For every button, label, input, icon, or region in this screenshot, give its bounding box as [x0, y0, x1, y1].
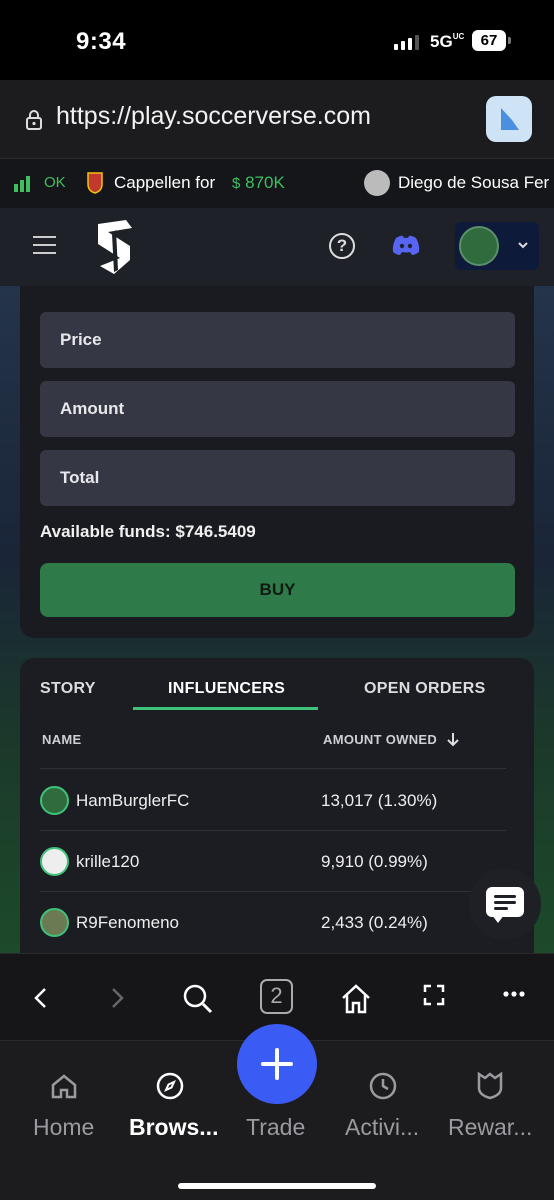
- rewards-shield-icon[interactable]: [475, 1070, 505, 1100]
- influencer-name[interactable]: R9Fenomeno: [76, 913, 179, 933]
- compass-icon[interactable]: [156, 1072, 184, 1100]
- battery-tip: [508, 37, 511, 44]
- home-icon[interactable]: [50, 1072, 78, 1100]
- clock-icon[interactable]: [369, 1072, 397, 1100]
- forward-icon[interactable]: [108, 983, 128, 1013]
- column-header-name[interactable]: NAME: [42, 732, 81, 747]
- table-divider: [40, 830, 506, 831]
- menu-icon[interactable]: [33, 236, 56, 260]
- ticker-status: OK: [44, 174, 66, 191]
- nav-trade[interactable]: Trade: [246, 1114, 305, 1141]
- help-icon[interactable]: ?: [329, 233, 355, 259]
- tabs-count-button[interactable]: 2: [260, 979, 293, 1014]
- table-divider: [40, 768, 506, 769]
- ticker-club-text: Cappellen for: [114, 173, 216, 192]
- more-icon[interactable]: [502, 990, 526, 998]
- chevron-down-icon: [518, 242, 528, 249]
- sort-arrow-down-icon[interactable]: [446, 732, 460, 747]
- signal-icon: [394, 34, 419, 50]
- soccerverse-logo[interactable]: [90, 218, 138, 276]
- available-funds: Available funds: $746.5409: [40, 522, 256, 541]
- influencer-amount: 2,433 (0.24%): [321, 913, 428, 932]
- lock-icon: [26, 110, 42, 130]
- influencer-avatar: [40, 908, 69, 937]
- influencer-name[interactable]: HamBurglerFC: [76, 791, 189, 811]
- search-icon[interactable]: [182, 983, 214, 1015]
- amount-field[interactable]: Amount: [40, 381, 515, 437]
- nav-browse[interactable]: Brows...: [129, 1114, 218, 1141]
- ticker-player-name: Diego de Sousa Fer: [398, 173, 550, 192]
- chat-icon: [486, 887, 524, 917]
- influencer-name[interactable]: krille120: [76, 852, 139, 872]
- price-field[interactable]: Price: [40, 312, 515, 368]
- nav-activity[interactable]: Activi...: [345, 1114, 419, 1141]
- back-icon[interactable]: [30, 983, 50, 1013]
- url-text[interactable]: https://play.soccerverse.com: [56, 102, 371, 131]
- home-icon[interactable]: [339, 983, 373, 1015]
- battery-icon: 67: [472, 30, 506, 51]
- tab-influencers[interactable]: INFLUENCERS: [168, 680, 285, 698]
- extension-icon: [501, 108, 519, 130]
- tab-open-orders[interactable]: OPEN ORDERS: [364, 680, 486, 698]
- network-label: 5GUC: [430, 32, 465, 51]
- fullscreen-icon[interactable]: [423, 984, 445, 1006]
- influencer-amount: 13,017 (1.30%): [321, 791, 438, 810]
- club-crest-icon: [87, 172, 103, 194]
- influencer-avatar: [40, 847, 69, 876]
- player-avatar: [364, 170, 390, 196]
- table-divider: [40, 891, 506, 892]
- home-indicator: [178, 1183, 376, 1189]
- trade-plus-button[interactable]: [237, 1024, 317, 1104]
- total-field[interactable]: Total: [40, 450, 515, 506]
- ticker-amount: $ 870K: [232, 173, 285, 192]
- buy-button[interactable]: BUY: [40, 563, 515, 617]
- column-header-amount[interactable]: AMOUNT OWNED: [323, 732, 437, 747]
- nav-rewards[interactable]: Rewar...: [448, 1114, 532, 1141]
- status-time: 9:34: [76, 28, 127, 55]
- chat-bubble-tail: [492, 915, 504, 923]
- influencer-avatar: [40, 786, 69, 815]
- user-avatar: [459, 226, 499, 266]
- status-bar: 9:34 5GUC 67: [0, 0, 554, 80]
- influencer-amount: 9,910 (0.99%): [321, 852, 428, 871]
- discord-icon[interactable]: [392, 234, 420, 256]
- tab-story[interactable]: STORY: [40, 680, 96, 698]
- signal-bars-icon: [14, 174, 30, 192]
- chat-button[interactable]: [469, 868, 541, 940]
- active-tab-indicator: [133, 707, 318, 710]
- nav-home[interactable]: Home: [33, 1114, 94, 1141]
- extension-button[interactable]: [486, 96, 532, 142]
